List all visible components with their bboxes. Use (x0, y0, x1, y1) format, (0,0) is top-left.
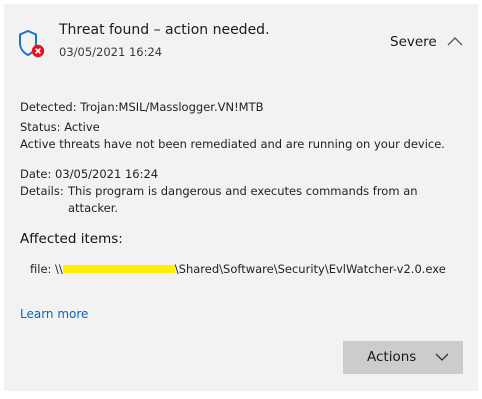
threat-title: Threat found – action needed. (59, 22, 270, 38)
status-label: Status: (20, 120, 61, 134)
severity-label: Severe (390, 34, 437, 50)
threat-timestamp: 03/05/2021 16:24 (59, 45, 163, 59)
file-suffix: \Shared\Software\Security\EvlWatcher-v2.… (174, 262, 446, 276)
file-prefix: file: \\ (30, 262, 63, 276)
redaction-mark (62, 264, 175, 273)
details-label: Details: (20, 184, 64, 198)
affected-items-heading: Affected items: (20, 231, 123, 247)
shield-error-icon (19, 29, 45, 58)
learn-more-link[interactable]: Learn more (20, 307, 88, 321)
detected-label: Detected: (20, 100, 77, 114)
status-row: Status: Active (20, 120, 100, 134)
details-line-2: attacker. (68, 201, 119, 215)
detected-row: Detected: Trojan:MSIL/Masslogger.VN!MTB (20, 100, 264, 114)
status-note: Active threats have not been remediated … (20, 137, 445, 151)
date-label: Date: (20, 167, 52, 181)
detected-value: Trojan:MSIL/Masslogger.VN!MTB (80, 100, 264, 114)
chevron-down-icon (435, 353, 449, 361)
chevron-up-icon[interactable] (447, 36, 463, 46)
actions-button[interactable]: Actions (343, 341, 463, 374)
date-row: Date: 03/05/2021 16:24 (20, 167, 158, 181)
affected-file-path: file: \\ \Shared\Software\Security\EvlWat… (30, 262, 446, 276)
date-value: 03/05/2021 16:24 (55, 167, 159, 181)
actions-label: Actions (367, 349, 417, 365)
threat-header[interactable]: Threat found – action needed. 03/05/2021… (4, 4, 478, 72)
status-value: Active (64, 120, 100, 134)
details-line-1: This program is dangerous and executes c… (68, 184, 418, 198)
threat-card: Threat found – action needed. 03/05/2021… (4, 4, 478, 391)
